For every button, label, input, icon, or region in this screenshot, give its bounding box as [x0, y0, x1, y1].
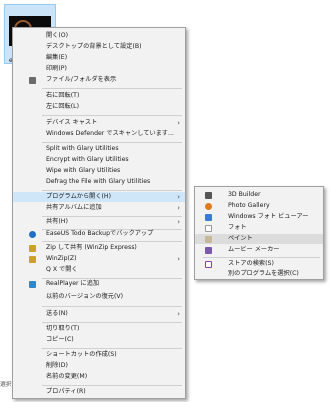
menu-item-show-file-folder[interactable]: ファイル/フォルダを表示	[13, 75, 185, 85]
menu-item-device-cast[interactable]: デバイス キャスト ›	[13, 118, 185, 128]
submenu-item-photo-gallery[interactable]: Photo Gallery	[195, 201, 323, 211]
menu-item-properties[interactable]: プロパティ(R)	[13, 387, 185, 397]
menu-item-share[interactable]: 共有(H) ›	[13, 217, 185, 227]
menu-separator	[42, 322, 182, 323]
menu-item-easeus-backup[interactable]: EaseUS Todo Backupでバックアップ	[13, 229, 185, 239]
menu-item-rename[interactable]: 名前の変更(M)	[13, 372, 185, 382]
menu-separator	[42, 241, 182, 242]
menu-separator	[42, 88, 182, 89]
menu-item-restore-previous[interactable]: 以前のバージョンの復元(V)	[13, 292, 185, 302]
chevron-right-icon: ›	[177, 193, 180, 201]
menu-item-send-to[interactable]: 送る(N) ›	[13, 309, 185, 319]
menu-separator	[42, 142, 182, 143]
menu-item-create-shortcut[interactable]: ショートカットの作成(S)	[13, 350, 185, 360]
menu-item-open-with-qx[interactable]: Q X で開く	[13, 265, 185, 275]
menu-item-glary-defrag[interactable]: Defrag the File with Glary Utilities	[13, 177, 185, 187]
menu-item-delete[interactable]: 削除(D)	[13, 361, 185, 371]
chevron-right-icon: ›	[177, 310, 180, 318]
menu-separator	[42, 348, 182, 349]
chevron-right-icon: ›	[177, 119, 180, 127]
submenu-item-photos[interactable]: フォト	[195, 223, 323, 233]
chevron-right-icon: ›	[177, 204, 180, 212]
submenu-item-movie-maker[interactable]: ムービー メーカー	[195, 245, 323, 255]
menu-item-set-background[interactable]: デスクトップの背景として設定(B)	[13, 42, 185, 52]
menu-item-add-to-realplayer[interactable]: RealPlayer に追加	[13, 279, 185, 289]
winzip-icon	[29, 245, 36, 252]
menu-item-rotate-right[interactable]: 右に回転(T)	[13, 91, 185, 101]
menu-item-edit[interactable]: 編集(E)	[13, 53, 185, 63]
submenu-item-choose-another-app[interactable]: 別のプログラムを選択(C)	[195, 269, 323, 279]
menu-item-rotate-left[interactable]: 左に回転(L)	[13, 102, 185, 112]
menu-item-cut[interactable]: 切り取り(T)	[13, 324, 185, 334]
photos-icon	[205, 225, 212, 232]
open-with-submenu: 3D Builder Photo Gallery Windows フォト ビュー…	[194, 186, 324, 280]
menu-item-winzip[interactable]: WinZip(Z) ›	[13, 254, 185, 264]
movie-maker-icon	[205, 247, 212, 254]
menu-separator	[42, 385, 182, 386]
menu-separator	[42, 190, 182, 191]
photo-gallery-icon	[205, 203, 212, 210]
menu-separator	[42, 306, 182, 307]
menu-item-defender-scan[interactable]: Windows Defender でスキャンしています...	[13, 129, 185, 139]
menu-item-open[interactable]: 開く(O)	[13, 31, 185, 41]
submenu-item-photo-viewer[interactable]: Windows フォト ビューアー	[195, 212, 323, 222]
easeus-icon	[29, 231, 36, 238]
menu-item-copy[interactable]: コピー(C)	[13, 335, 185, 345]
menu-item-glary-split[interactable]: Split with Glary Utilities	[13, 144, 185, 154]
menu-separator	[203, 257, 320, 258]
file-folder-icon	[29, 77, 36, 84]
submenu-item-paint[interactable]: ペイント	[195, 234, 323, 244]
menu-item-glary-wipe[interactable]: Wipe with Glary Utilities	[13, 166, 185, 176]
menu-separator	[42, 115, 182, 116]
menu-item-glary-encrypt[interactable]: Encrypt with Glary Utilities	[13, 155, 185, 165]
photo-viewer-icon	[205, 214, 212, 221]
winzip-icon	[29, 256, 36, 263]
store-icon	[205, 261, 212, 268]
menu-item-winzip-express[interactable]: Zip して共有 (WinZip Express)	[13, 243, 185, 253]
menu-item-open-with[interactable]: プログラムから開く(H) ›	[13, 192, 185, 202]
paint-icon	[205, 236, 212, 243]
chevron-right-icon: ›	[177, 255, 180, 263]
menu-item-print[interactable]: 印刷(P)	[13, 64, 185, 74]
menu-item-add-to-shared-album[interactable]: 共有アルバムに追加 ›	[13, 203, 185, 213]
context-menu: 開く(O) デスクトップの背景として設定(B) 編集(E) 印刷(P) ファイル…	[12, 27, 186, 399]
submenu-item-store-search[interactable]: ストアの検索(S)	[195, 259, 323, 269]
submenu-item-3d-builder[interactable]: 3D Builder	[195, 190, 323, 200]
3d-builder-icon	[205, 192, 212, 199]
chevron-right-icon: ›	[177, 218, 180, 226]
realplayer-icon	[29, 281, 36, 288]
